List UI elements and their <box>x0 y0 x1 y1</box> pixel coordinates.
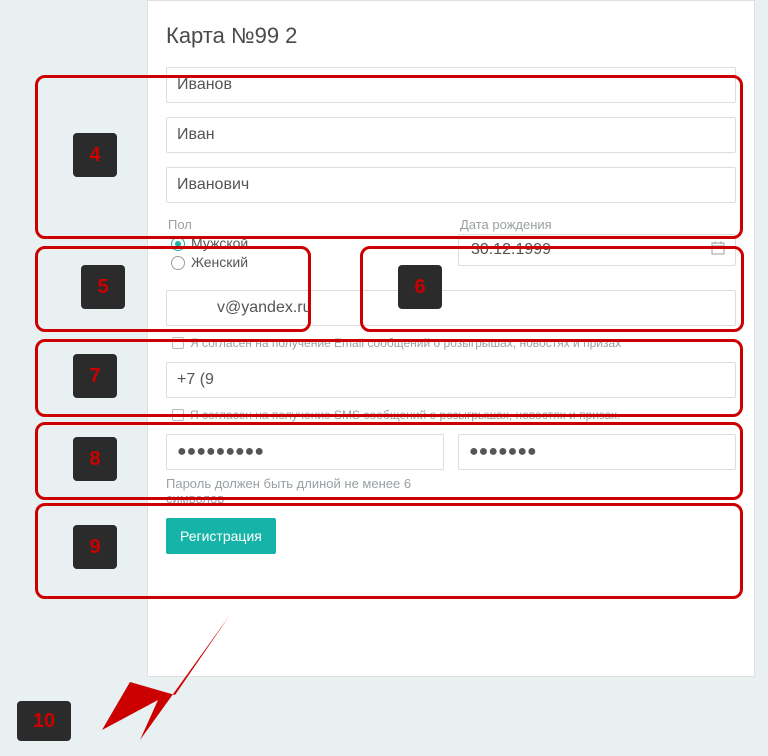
callout-8 <box>35 422 743 500</box>
page-title: Карта №99 2 <box>166 23 736 49</box>
callout-5 <box>35 246 311 332</box>
badge-6: 6 <box>398 265 442 309</box>
badge-4: 4 <box>73 133 117 177</box>
badge-8: 8 <box>73 437 117 481</box>
badge-10: 10 <box>17 701 71 741</box>
callout-7 <box>35 339 743 417</box>
badge-5: 5 <box>81 265 125 309</box>
callout-4 <box>35 75 743 239</box>
badge-9: 9 <box>73 525 117 569</box>
badge-7: 7 <box>73 354 117 398</box>
callout-9 <box>35 503 743 599</box>
